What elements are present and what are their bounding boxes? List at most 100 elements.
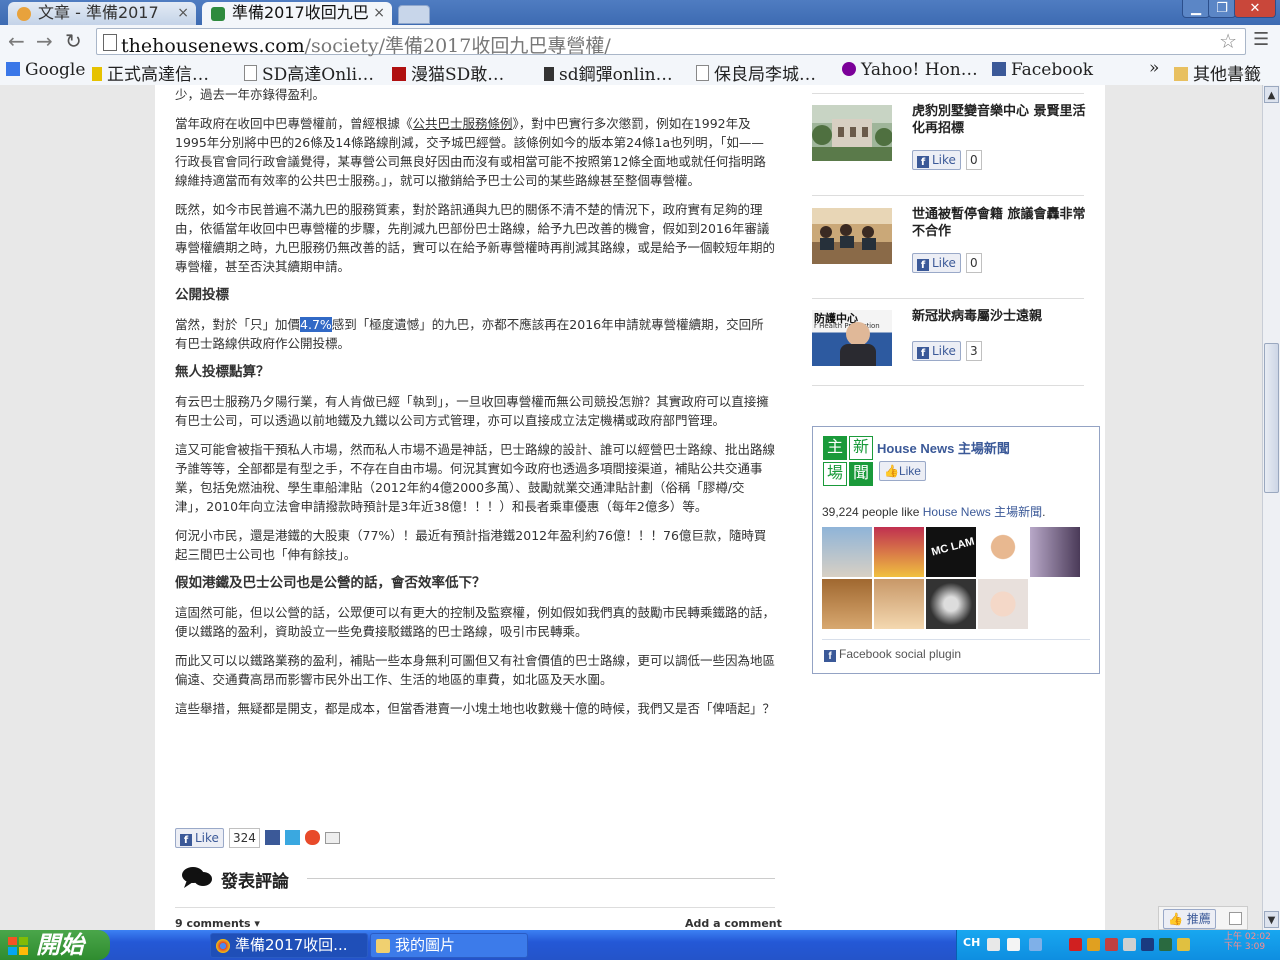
- close-tab-icon[interactable]: ×: [373, 2, 385, 24]
- minimize-button[interactable]: ▁: [1182, 0, 1210, 18]
- news-title[interactable]: 虎豹別墅變音樂中心 景賢里活化再招標: [912, 103, 1090, 137]
- twitter-icon[interactable]: [285, 830, 301, 845]
- house-news-logo: 主 新 場 聞: [823, 436, 873, 486]
- bookmark-label: Yahoo! Hon…: [861, 60, 978, 80]
- back-button[interactable]: ←: [8, 29, 25, 53]
- related-news-item[interactable]: 虎豹別墅變音樂中心 景賢里活化再招標 f Like 0: [812, 103, 1102, 200]
- tray-app-icon[interactable]: [1123, 938, 1136, 951]
- tray-app-icon[interactable]: [1087, 938, 1100, 951]
- vertical-scrollbar[interactable]: ▲ ▼: [1262, 85, 1280, 930]
- scroll-thumb[interactable]: [1264, 343, 1279, 493]
- news-title[interactable]: 世通被暫停會籍 旅議會轟非常不合作: [912, 206, 1090, 240]
- help-icon[interactable]: [1007, 938, 1020, 951]
- close-tab-icon[interactable]: ×: [177, 2, 189, 24]
- bookmark-star-icon[interactable]: ☆: [1219, 29, 1237, 53]
- forward-button[interactable]: →: [36, 29, 53, 53]
- cross-icon: [392, 67, 406, 81]
- fb-page-name[interactable]: House News 主場新聞: [877, 438, 1010, 457]
- reload-button[interactable]: ↻: [65, 29, 82, 53]
- facebook-icon: f: [917, 156, 929, 168]
- bookmark-label: 保良局李城…: [714, 65, 816, 85]
- tray-arrow-icon[interactable]: [1029, 938, 1042, 951]
- related-news-item[interactable]: 防護中心 r Health Protection 新冠狀病毒屬沙士遠親 f Lik…: [812, 308, 1102, 405]
- minimize-widget-icon[interactable]: [1229, 912, 1242, 925]
- like-button[interactable]: f Like: [912, 341, 961, 361]
- url-path: /society/準備2017收回九巴專營權/: [304, 35, 611, 57]
- tab-label: 準備2017收回九巴: [232, 3, 369, 22]
- comments-count-dropdown[interactable]: 9 comments ▾: [175, 917, 260, 930]
- page-icon: [244, 65, 257, 81]
- fan-avatar[interactable]: [874, 527, 924, 577]
- facebook-share-icon[interactable]: [265, 830, 281, 845]
- add-comment-link[interactable]: Add a comment: [685, 917, 782, 930]
- language-indicator[interactable]: CH: [963, 936, 980, 949]
- bookmark-yahoo[interactable]: Yahoo! Hon…: [842, 60, 978, 80]
- news-like: f Like 0: [912, 252, 982, 273]
- fan-avatar[interactable]: [822, 579, 872, 629]
- article-body: 少，過去一年亦錄得盈利。 當年政府在收回中巴專營權前，曾經根據《公共巴士服務條例…: [175, 85, 775, 728]
- maximize-button[interactable]: ❐: [1208, 0, 1236, 18]
- address-bar[interactable]: thehousenews.com/society/準備2017收回九巴專營權/ …: [96, 28, 1246, 57]
- tab-active[interactable]: 準備2017收回九巴 ×: [202, 2, 392, 25]
- bookmark-manmao-sd[interactable]: 漫猫SD敢…: [392, 60, 504, 85]
- new-tab-button[interactable]: [398, 5, 430, 24]
- browser-toolbar: ← → ↻ thehousenews.com/society/準備2017收回九…: [0, 25, 1280, 58]
- fan-avatar[interactable]: [822, 527, 872, 577]
- bookmark-google[interactable]: Google: [6, 60, 85, 80]
- wrench-menu-icon[interactable]: ☰: [1253, 29, 1269, 50]
- scroll-down-arrow[interactable]: ▼: [1264, 911, 1279, 928]
- ime-icon[interactable]: [987, 938, 1000, 951]
- bookmark-sd-gundam-online[interactable]: SD高達Onli…: [244, 60, 374, 85]
- fan-avatar[interactable]: [874, 579, 924, 629]
- windows-taskbar: 開始 準備2017收回... 我的圖片 CH 上午 02:02 下午 3:09: [0, 930, 1280, 960]
- clock-line: 上午 02:02: [1224, 932, 1271, 942]
- fb-page-link[interactable]: House News 主場新聞: [923, 505, 1042, 519]
- folder-icon: [376, 939, 390, 953]
- selected-text: 4.7%: [300, 317, 332, 332]
- fan-avatar[interactable]: MC LAM: [926, 527, 976, 577]
- taskbar-chrome-window[interactable]: 準備2017收回...: [210, 933, 368, 958]
- bookmark-polu[interactable]: 保良局李城…: [696, 60, 816, 85]
- weibo-icon[interactable]: [305, 830, 321, 845]
- logo-char: 主: [823, 436, 847, 460]
- taskbar-pictures-folder[interactable]: 我的圖片: [370, 933, 528, 958]
- recommend-button[interactable]: 👍 推薦: [1163, 909, 1216, 929]
- like-label: Like: [932, 153, 956, 167]
- bookmark-facebook[interactable]: Facebook: [992, 60, 1093, 80]
- other-bookmarks[interactable]: 其他書籤: [1174, 60, 1261, 85]
- page-icon: [696, 65, 709, 81]
- fb-social-plugin-link[interactable]: f Facebook social plugin: [824, 647, 961, 662]
- bookmarks-overflow-button[interactable]: »: [1149, 58, 1159, 78]
- volume-icon[interactable]: [1177, 938, 1190, 951]
- start-button[interactable]: 開始: [0, 930, 110, 960]
- fan-avatar[interactable]: [926, 579, 976, 629]
- person-figure: [846, 322, 870, 346]
- fb-page-like-button[interactable]: 👍Like: [879, 461, 926, 481]
- fan-avatar[interactable]: [978, 527, 1028, 577]
- bookmark-sd-gundam-online-2[interactable]: sd鋼彈onlin…: [544, 60, 673, 85]
- like-count: 0: [966, 150, 982, 170]
- divider: [307, 878, 775, 879]
- tab-article[interactable]: 文章 - 準備2017 ×: [8, 2, 196, 25]
- thumbs-up-icon: 👍: [1168, 912, 1183, 926]
- start-label: 開始: [36, 930, 84, 959]
- network-icon[interactable]: [1141, 938, 1154, 951]
- fan-avatar[interactable]: [978, 579, 1028, 629]
- acrobat-icon[interactable]: [1069, 938, 1082, 951]
- bookmark-gundam-official[interactable]: 正式高達信…: [92, 60, 209, 85]
- related-news-item[interactable]: 世通被暫停會籍 旅議會轟非常不合作 f Like 0: [812, 206, 1102, 303]
- ordinance-link[interactable]: 公共巴士服務條例: [413, 116, 513, 131]
- tray-app-icon[interactable]: [1159, 938, 1172, 951]
- divider: [812, 385, 1084, 386]
- like-button[interactable]: f Like: [912, 253, 961, 273]
- like-button[interactable]: f Like: [175, 828, 224, 848]
- news-title[interactable]: 新冠狀病毒屬沙士遠親: [912, 308, 1090, 325]
- email-icon[interactable]: [325, 832, 341, 844]
- bookmark-label: Google: [25, 60, 86, 80]
- tray-app-icon[interactable]: [1105, 938, 1118, 951]
- like-button[interactable]: f Like: [912, 150, 961, 170]
- divider: [812, 93, 1084, 94]
- scroll-up-arrow[interactable]: ▲: [1264, 86, 1279, 103]
- fan-avatar[interactable]: [1030, 527, 1080, 577]
- close-window-button[interactable]: ✕: [1234, 0, 1276, 18]
